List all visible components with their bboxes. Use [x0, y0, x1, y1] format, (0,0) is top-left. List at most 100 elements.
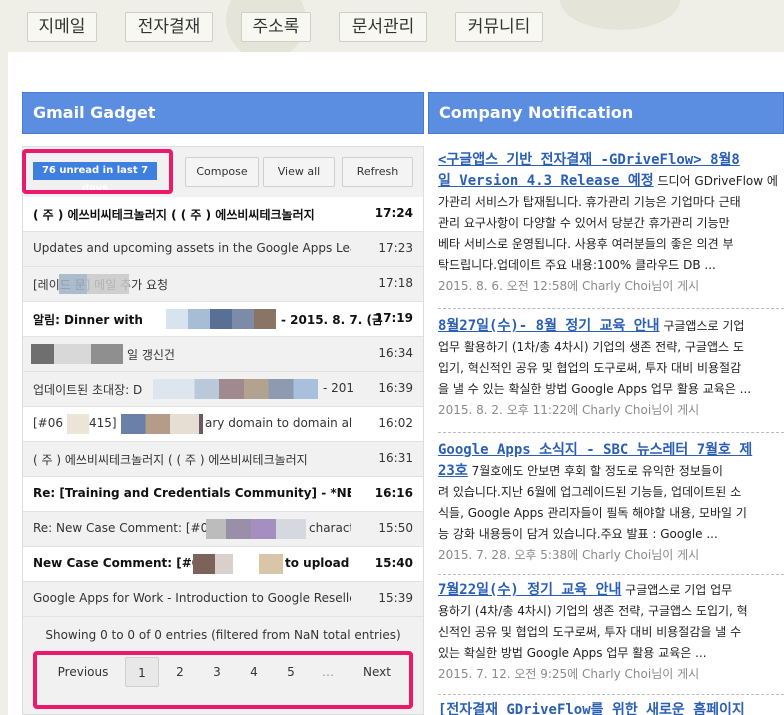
redacted-block	[59, 274, 129, 294]
notification-body: 입기, 혁신적인 공유 및 협업의 도구로써, 투자 대비 비용절감	[438, 361, 742, 375]
notification-date: 2015. 7. 28. 오후 5:38에 Charly Choi님이 게시	[438, 548, 700, 562]
redacted-block	[259, 554, 283, 574]
mail-time: 17:23	[378, 241, 413, 255]
mail-time: 17:24	[374, 206, 413, 220]
notification-item: 7월22일(수) 정기 교육 안내 구글앱스로 기업 업무 용하기 (4차/총 …	[438, 580, 784, 685]
notification-body: 을 낼 수 있는 확실한 방법 Google Apps 업무 활용 교육은 ..…	[438, 382, 752, 396]
notification-body: 구글앱스로 기업 업무	[621, 583, 733, 597]
mail-list: ( 주 ) 에쓰비씨테크놀러지 ( ( 주 ) 에쓰비씨테크놀러지 17:24 …	[23, 197, 423, 617]
tab-community[interactable]: 커뮤니티	[455, 12, 543, 42]
redacted-block	[121, 414, 203, 434]
tab-gmail[interactable]: 지메일	[27, 12, 97, 42]
compose-button[interactable]: Compose	[185, 157, 259, 187]
notification-list: <구글앱스 기반 전자결재 -GDriveFlow> 8월8 일 Version…	[428, 146, 784, 715]
tab-documents[interactable]: 문서관리	[339, 12, 427, 42]
top-navigation: 지메일 전자결재 주소록 문서관리 커뮤니티	[0, 0, 784, 52]
mail-row[interactable]: Google Apps for Work - Introduction to G…	[23, 582, 423, 617]
mail-subject-tail: 일 갱신건	[127, 348, 175, 362]
tab-approval[interactable]: 전자결재	[125, 12, 213, 42]
mail-time: 17:19	[374, 311, 413, 325]
mail-row[interactable]: [레이드 문] 메일 추가 요청 17:18	[23, 267, 423, 302]
refresh-button[interactable]: Refresh	[342, 157, 413, 187]
mail-subject: New Case Comment: [#067	[33, 556, 217, 570]
mail-time: 15:40	[374, 556, 413, 570]
divider	[438, 432, 784, 433]
notification-title[interactable]: 7월22일(수) 정기 교육 안내	[438, 582, 621, 598]
mail-row[interactable]: ( 주 ) 에쓰비씨테크놀러지 ( ( 주 ) 에쓰비씨테크놀러지 17:24	[23, 197, 423, 232]
mail-row[interactable]: ( 주 ) 에쓰비씨테크놀러지 ( ( 주 ) 에쓰비씨테크놀러지 16:31	[23, 442, 423, 477]
notification-item: [전자결재 GDriveFlow를 위한 새로운 홈페이지	[438, 700, 784, 715]
notification-body: 업무 활용하기 (1차/총 4차시) 기업의 생존 전략, 구글앱스 도	[438, 340, 744, 354]
mail-subject: Google Apps for Work - Introduction to G…	[33, 591, 351, 605]
table-info: Showing 0 to 0 of 0 entries (filtered fr…	[45, 628, 401, 642]
notification-body: 용하기 (4차/총 4차시) 기업의 생존 전략, 구글앱스 도입기, 혁	[438, 604, 748, 618]
notification-body: 가관리 서비스가 탑재됩니다. 휴가관리 기능은 기업마다 근태	[438, 195, 741, 209]
mail-subject: 업데이트된 초대장: D	[33, 383, 143, 397]
mail-subject: Re: [Training and Credentials Community]…	[33, 486, 351, 500]
notification-title[interactable]: Google Apps 소식지 - SBC 뉴스레터 7월호 제	[438, 442, 752, 458]
notification-title[interactable]: 23호	[438, 463, 468, 479]
mail-row[interactable]: Re: [Training and Credentials Community]…	[23, 477, 423, 512]
tab-contacts[interactable]: 주소록	[241, 12, 311, 42]
notification-body: 드디어 GDriveFlow 에	[653, 174, 778, 188]
mail-subject: ( 주 ) 에쓰비씨테크놀러지 ( ( 주 ) 에쓰비씨테크놀러지	[33, 208, 315, 222]
notification-date: 2015. 7. 12. 오전 9:25에 Charly Choi님이 게시	[438, 667, 700, 681]
mail-subject: [#06	[33, 416, 64, 430]
notification-date: 2015. 8. 6. 오전 12:58에 Charly Choi님이 게시	[438, 279, 700, 293]
notification-item: <구글앱스 기반 전자결재 -GDriveFlow> 8월8 일 Version…	[438, 150, 784, 297]
notification-title[interactable]: [전자결재 GDriveFlow를 위한 새로운 홈페이지	[438, 702, 745, 715]
notification-body: 려 있습니다.지난 6월에 업그레이드된 기능들, 업데이트된 소	[438, 485, 742, 499]
divider	[438, 308, 784, 309]
mail-time: 16:39	[378, 381, 413, 395]
mail-subject: Updates and upcoming assets in the Googl…	[33, 241, 351, 255]
redacted-block	[199, 414, 203, 434]
notification-body: 신적인 공유 및 협업의 도구로써, 투자 대비 비용절감을 낼 수	[438, 625, 742, 639]
mail-row[interactable]: New Case Comment: [#067 to upload a 15:4…	[23, 547, 423, 582]
notification-body: 구글앱스로 기업	[659, 319, 745, 333]
mail-time: 15:50	[378, 521, 413, 535]
redacted-block	[206, 519, 306, 539]
mail-time: 16:34	[378, 346, 413, 360]
notification-body: 베타 서비스로 운영됩니다. 사용후 여러분들의 좋은 의견 부	[438, 237, 734, 251]
redacted-block	[166, 309, 276, 329]
notification-body: 능 강화 내용등이 담겨 있습니다.주요 발표 : Google ...	[438, 527, 718, 541]
unread-highlight-box	[22, 149, 173, 194]
mail-row[interactable]: [#06 415] ary domain to domain alia 16:0…	[23, 407, 423, 442]
gmail-gadget-header: Gmail Gadget	[22, 92, 424, 134]
divider	[438, 694, 784, 695]
mail-row[interactable]: 알림: Dinner with - 2015. 8. 7. (금) 17:19	[23, 302, 423, 337]
divider	[438, 574, 784, 575]
redacted-block	[153, 379, 318, 399]
mail-subject-tail: ary domain to domain alia	[205, 416, 351, 430]
pager-highlight-box	[33, 651, 413, 709]
mail-subject: 알림: Dinner with	[33, 313, 143, 327]
mail-time: 17:18	[378, 276, 413, 290]
notification-title[interactable]: 8월27일(수)- 8월 정기 교육 안내	[438, 318, 660, 334]
mail-subject-tail: charact	[309, 521, 351, 535]
mail-subject-tail: - 201	[323, 381, 353, 395]
notification-title[interactable]: 일 Version 4.3 Release 예정	[438, 173, 654, 189]
notification-body: 탁드립니다.업데이트 주요 내용:100% 클라우드 DB ...	[438, 258, 716, 272]
notification-title[interactable]: <구글앱스 기반 전자결재 -GDriveFlow> 8월8	[438, 152, 740, 168]
mail-row[interactable]: Updates and upcoming assets in the Googl…	[23, 232, 423, 267]
notification-body: 7월호에도 안보면 후회 할 정도로 유익한 정보들이	[467, 464, 723, 478]
mail-subject-tail: - 2015. 8. 7. (금)	[281, 313, 381, 327]
notification-body: 식들, Google Apps 관리자들이 필독 해야할 내용, 모바일 기	[438, 506, 747, 520]
mail-subject-tail: to upload a	[285, 556, 351, 570]
mail-row[interactable]: 일 갱신건 16:34	[23, 337, 423, 372]
notification-date: 2015. 8. 2. 오후 11:22에 Charly Choi님이 게시	[438, 403, 700, 417]
redacted-block	[31, 344, 123, 364]
notification-body: 관리 요구사항이 다양할 수 있어서 당분간 휴가관리 기능만	[438, 216, 730, 230]
mail-time: 16:02	[378, 416, 413, 430]
redacted-block	[193, 554, 233, 574]
mail-row[interactable]: Re: New Case Comment: [#066 charact 15:5…	[23, 512, 423, 547]
view-all-button[interactable]: View all	[263, 157, 335, 187]
mail-time: 16:16	[374, 486, 413, 500]
mail-subject: ( 주 ) 에쓰비씨테크놀러지 ( ( 주 ) 에쓰비씨테크놀러지	[33, 453, 308, 467]
mail-time: 15:39	[378, 591, 413, 605]
mail-row[interactable]: 업데이트된 초대장: D - 201 16:39	[23, 372, 423, 407]
mail-time: 16:31	[378, 451, 413, 465]
mail-subject: Re: New Case Comment: [#066	[33, 521, 224, 535]
notification-body: 있는 확실한 방법 Google Apps 업무 활용 교육은 ...	[438, 646, 707, 660]
notification-item: 8월27일(수)- 8월 정기 교육 안내 구글앱스로 기업 업무 활용하기 (…	[438, 316, 784, 421]
